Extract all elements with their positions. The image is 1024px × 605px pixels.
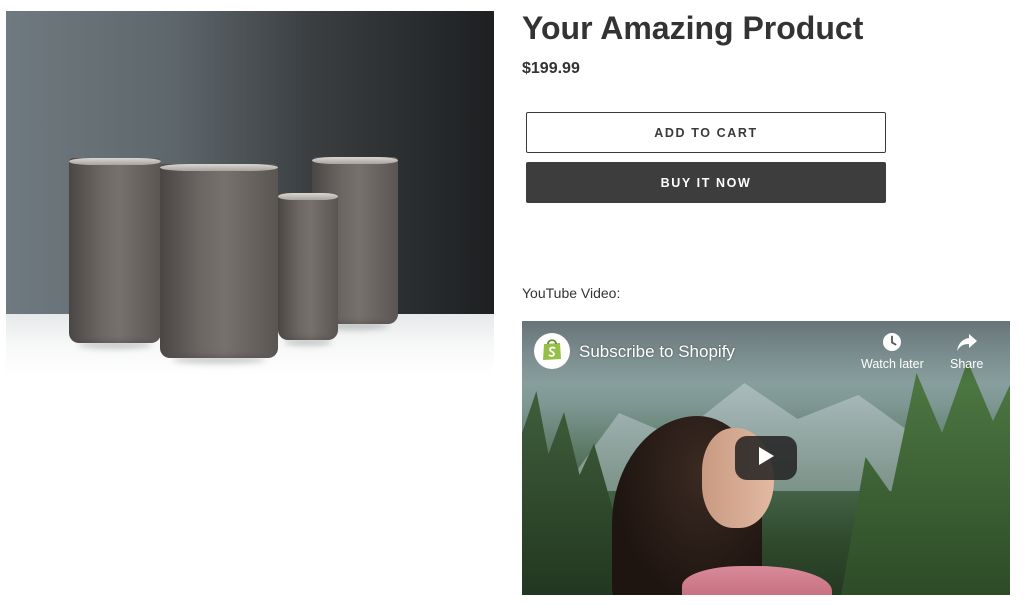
channel-avatar[interactable] [534, 333, 570, 369]
youtube-video-embed[interactable]: Subscribe to Shopify Watch later Share [522, 321, 1010, 595]
vase-left [69, 158, 161, 343]
clock-icon [881, 331, 903, 357]
product-title: Your Amazing Product [522, 10, 864, 46]
person-shirt [682, 566, 832, 595]
product-image[interactable] [6, 11, 494, 376]
share-arrow-icon [956, 331, 978, 357]
buy-it-now-button[interactable]: BUY IT NOW [526, 162, 886, 203]
play-button[interactable] [735, 436, 797, 480]
product-price: $199.99 [522, 60, 580, 77]
video-title[interactable]: Subscribe to Shopify [579, 342, 735, 362]
vase-front-center [160, 164, 278, 358]
share-button[interactable]: Share [950, 331, 983, 371]
watch-later-label: Watch later [861, 357, 924, 371]
video-background-trees-right [840, 361, 1010, 595]
add-to-cart-button[interactable]: ADD TO CART [526, 112, 886, 153]
play-icon [757, 446, 775, 471]
shopify-bag-icon [541, 337, 563, 366]
vase-small [278, 193, 338, 340]
watch-later-button[interactable]: Watch later [861, 331, 924, 371]
video-section-label: YouTube Video: [522, 285, 621, 301]
share-label: Share [950, 357, 984, 371]
